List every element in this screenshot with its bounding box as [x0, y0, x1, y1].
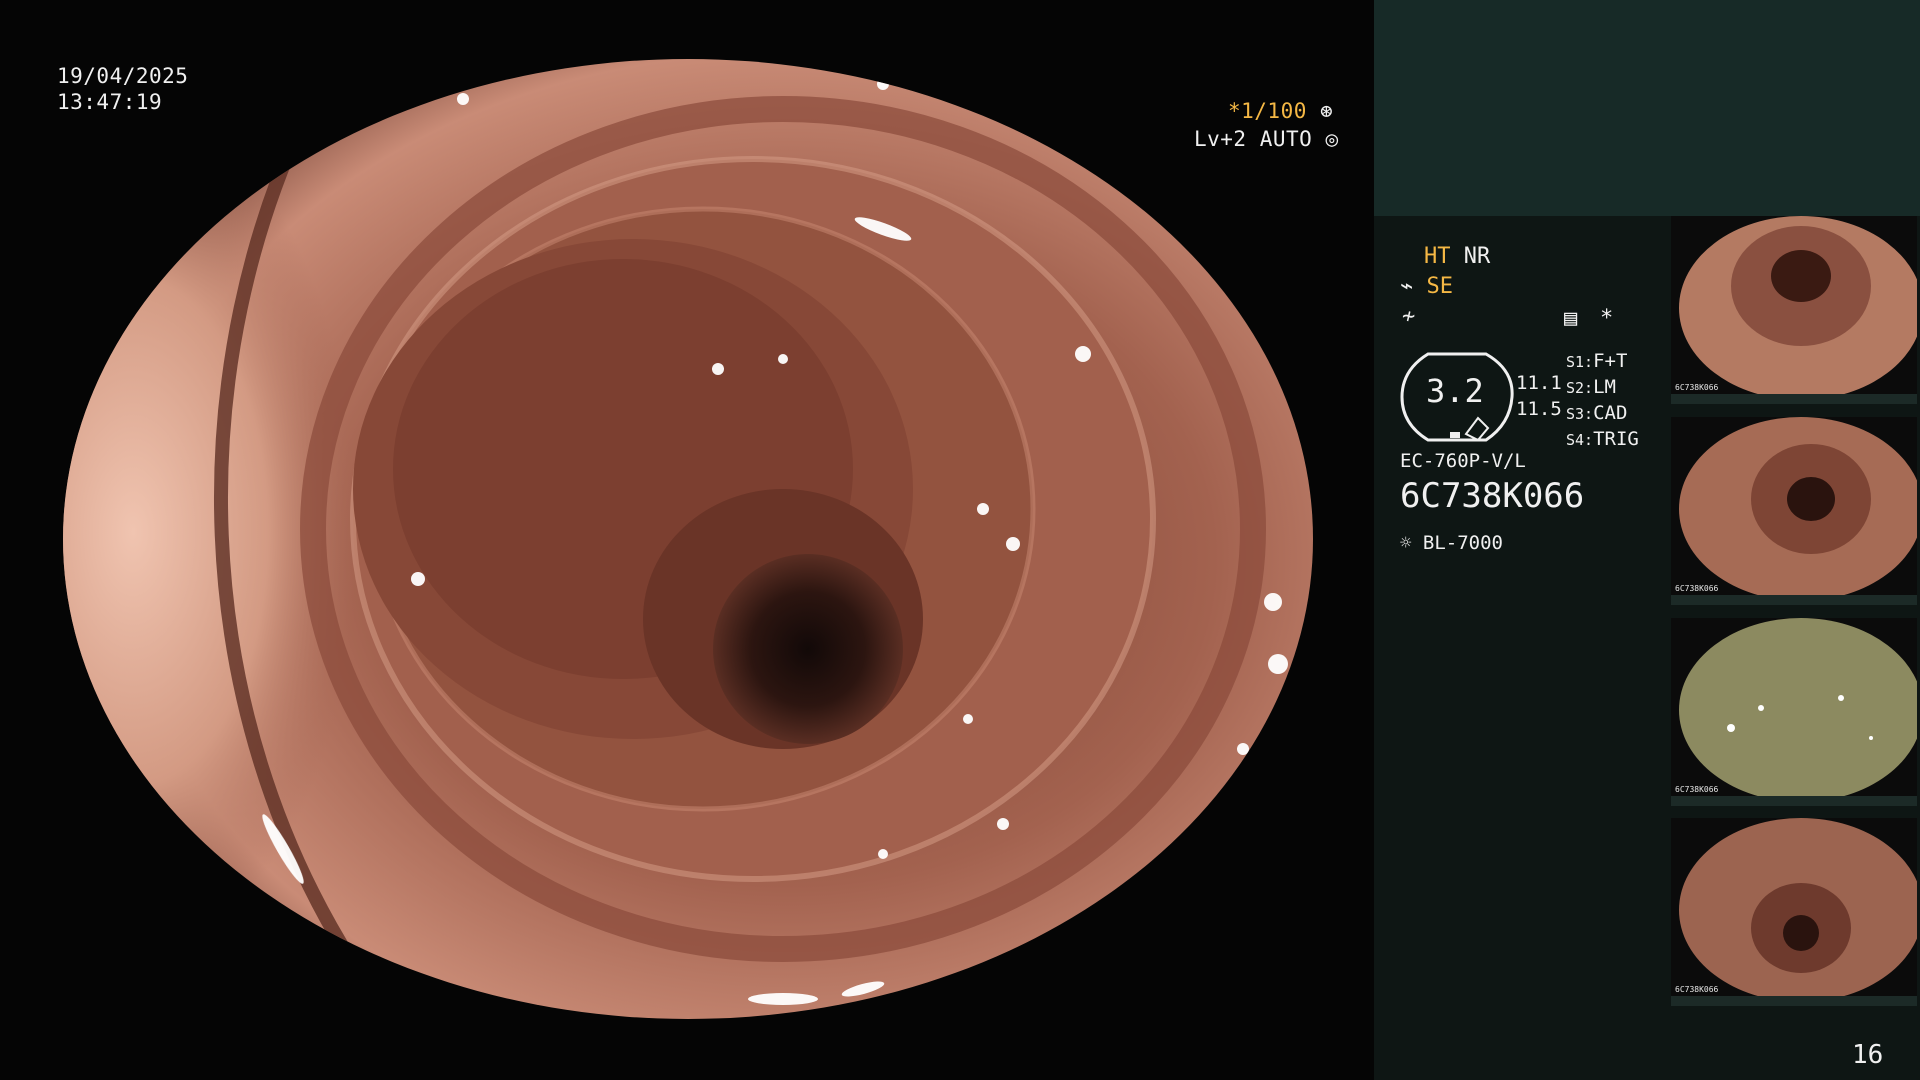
page-number: 16: [1852, 1040, 1884, 1070]
thumbnail-caption: 6C738K066: [1675, 785, 1719, 794]
auto-iris-icon: ◎: [1325, 127, 1339, 151]
scale-values: 11.1 11.5: [1516, 370, 1562, 422]
ht-label: HT: [1424, 244, 1451, 269]
thumbnail-caption: 6C738K066: [1675, 584, 1719, 593]
aperture-icon: ⊛: [1320, 99, 1334, 123]
se-label: SE: [1426, 274, 1454, 299]
scale-value-1: 11.1: [1516, 372, 1562, 394]
light-source-model: BL-7000: [1422, 532, 1503, 554]
scope-serial: 6C738K066: [1400, 476, 1585, 516]
nr-label: NR: [1463, 244, 1491, 269]
shutter-speed: *1/100: [1228, 99, 1307, 123]
dial-value: 3.2: [1426, 372, 1484, 410]
function-icon: ≁: [1402, 304, 1416, 329]
thumbnail-caption: 6C738K066: [1675, 985, 1719, 994]
thumbnail-3[interactable]: 6C738K066: [1671, 618, 1917, 806]
settings-list-icon: ▤: [1564, 306, 1578, 331]
switch-s3: S3:CAD: [1566, 402, 1628, 424]
scale-value-2: 11.5: [1516, 398, 1562, 420]
timestamp: 19/04/2025 13:47:19: [57, 63, 188, 115]
light-source-row: ☼ BL-7000: [1400, 532, 1503, 554]
lumen-image: [63, 59, 1313, 1019]
thumbnail-caption: 6C738K066: [1675, 383, 1719, 392]
date: 19/04/2025: [57, 64, 189, 88]
light-source-icon: ☼: [1400, 532, 1412, 554]
panel-header-area: [1374, 0, 1920, 216]
switch-s1: S1:F+T: [1566, 350, 1628, 372]
scope-model: EC-760P-V/L: [1400, 450, 1526, 472]
switch-assignments: S1:F+T S2:LM S3:CAD S4:TRIG: [1566, 349, 1639, 453]
enhance-curve-icon: ⌁: [1400, 274, 1414, 299]
se-row: ⌁ SE: [1400, 274, 1453, 299]
switch-s4: S4:TRIG: [1566, 428, 1639, 450]
exposure-readout: Lv+2 AUTO ◎: [1194, 126, 1339, 152]
thumbnail-2[interactable]: 6C738K066: [1671, 417, 1917, 605]
ht-nr-row: HT NR: [1424, 244, 1490, 269]
time: 13:47:19: [57, 90, 163, 114]
star-mark: *: [1600, 306, 1614, 331]
exposure-mode: AUTO: [1259, 127, 1313, 151]
switch-s2: S2:LM: [1566, 376, 1616, 398]
thumbnail-1[interactable]: 6C738K066: [1671, 216, 1917, 404]
endoscopic-view: [63, 59, 1313, 1019]
exposure-level: Lv+2: [1194, 127, 1247, 151]
shutter-readout: *1/100 ⊛: [1228, 98, 1333, 124]
thumbnail-4[interactable]: 6C738K066: [1671, 818, 1917, 1006]
